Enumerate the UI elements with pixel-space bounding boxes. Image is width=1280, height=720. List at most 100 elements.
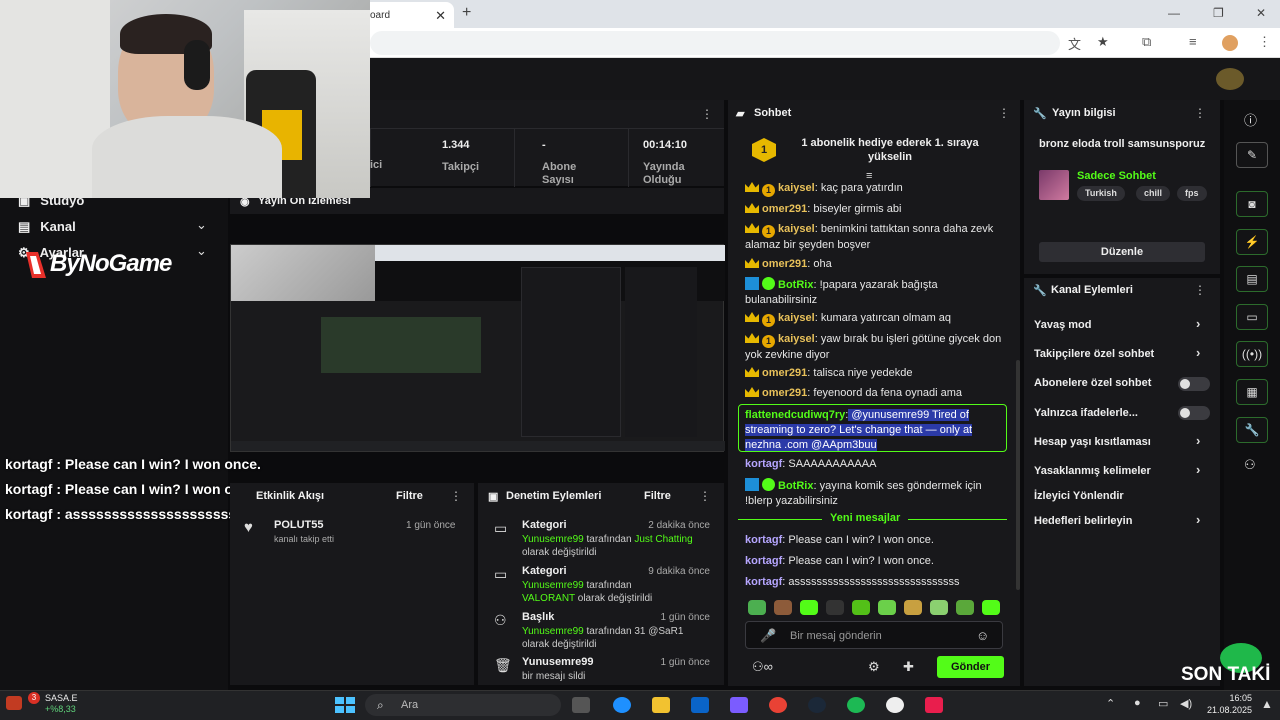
action-banned-words[interactable]: Yasaklanmış kelimeler [1034,465,1151,477]
stock-change: +%8,33 [45,704,76,714]
chevron-right-icon[interactable]: › [1196,512,1200,527]
microphone-icon[interactable]: ● [1134,697,1141,709]
browser-tab[interactable]: oard ✕ [360,2,454,28]
broadcast-icon[interactable]: ((•)) [1236,341,1268,367]
kebab-menu-icon[interactable]: ⋮ [699,489,711,503]
chevron-right-icon[interactable]: › [1196,316,1200,331]
menu-kebab-icon[interactable]: ⋮ [1258,34,1271,50]
file-explorer-icon[interactable] [652,697,670,713]
new-tab-button[interactable]: + [462,4,471,22]
notes-icon[interactable]: ▤ [1236,266,1268,292]
steam-icon[interactable] [808,697,826,713]
camera-icon[interactable]: ◙ [1236,191,1268,217]
chevron-right-icon[interactable]: › [1196,462,1200,477]
chat-message: kortagf: Please can I win? I won once. [745,555,934,567]
clock-time[interactable]: 16:05 [1212,693,1252,703]
edit-button[interactable]: Düzenle [1039,242,1205,262]
emote-icon[interactable] [800,600,818,615]
layout-icon[interactable]: ▦ [1236,379,1268,405]
emoji-icon[interactable]: ☺ [976,628,989,643]
action-slow-mode[interactable]: Yavaş mod [1034,319,1091,331]
info-icon[interactable]: ⓘ [1244,110,1257,129]
copilot-icon[interactable] [730,697,748,713]
chat-input[interactable]: 🎤 Bir mesaj gönderin ☺ [745,621,1003,649]
notification-bell-icon[interactable]: ▲ [1261,697,1273,711]
emote-icon[interactable] [748,600,766,615]
task-view-icon[interactable] [572,697,590,713]
chevron-right-icon[interactable]: › [1196,433,1200,448]
chevron-right-icon[interactable]: › [1196,345,1200,360]
subs-only-toggle[interactable] [1178,377,1210,391]
action-followers-only[interactable]: Takipçilere özel sohbet [1034,348,1154,360]
emotes-only-toggle[interactable] [1178,406,1210,420]
network-icon[interactable]: ▭ [1158,697,1168,710]
user-avatar[interactable] [1216,68,1244,90]
chevron-down-icon[interactable]: ⌄ [196,243,207,259]
stock-badge: 3 [28,692,40,704]
chevron-up-icon[interactable]: ⌃ [1106,697,1115,710]
stock-icon[interactable] [6,696,22,710]
chat-icon[interactable]: ▭ [1236,304,1268,330]
obs-icon[interactable] [886,697,904,713]
profile-avatar[interactable] [1222,35,1238,51]
taskbar-search[interactable]: ⌕ Ara [365,694,561,716]
media-icon[interactable]: ≡ [1189,34,1197,49]
gear-icon[interactable]: ⚙ [868,659,880,675]
action-goals[interactable]: Hedefleri belirleyin [1034,515,1132,527]
volume-icon[interactable]: ◀) [1180,697,1192,710]
emote-icon[interactable] [904,600,922,615]
sub-badge-icon: 1 [762,335,775,348]
subs-label: Abone Sayısı [542,161,577,186]
users-icon[interactable]: ⚇ [1244,457,1256,473]
clock-date[interactable]: 21.08.2025 [1196,705,1252,715]
edge-icon[interactable] [613,697,631,713]
minimize-icon[interactable]: — [1168,6,1180,20]
address-field[interactable] [370,31,1060,55]
users-icon[interactable]: ⚇∞ [752,659,773,675]
category-name[interactable]: Sadece Sohbet [1077,170,1156,182]
outlook-icon[interactable] [691,697,709,713]
kebab-menu-icon[interactable]: ⋮ [450,489,462,503]
kebab-menu-icon[interactable]: ⋮ [1194,106,1206,120]
activity-filter-button[interactable]: Filtre [396,490,423,502]
action-account-age[interactable]: Hesap yaşı kısıtlaması [1034,436,1151,448]
nav-item-channel[interactable]: ▤ Kanal [18,219,76,235]
emote-icon[interactable] [878,600,896,615]
wrench-icon[interactable]: 🔧 [1236,417,1268,443]
emote-icon[interactable] [956,600,974,615]
edit-icon[interactable]: ✎ [1236,142,1268,168]
emote-icon[interactable] [930,600,948,615]
tag[interactable]: chill [1136,186,1171,201]
tag[interactable]: Turkish [1077,186,1125,201]
emote-icon[interactable] [982,600,1000,615]
lightning-icon[interactable]: ⚡ [1236,229,1268,255]
kebab-menu-icon[interactable]: ⋮ [1194,283,1206,297]
emote-icon[interactable] [852,600,870,615]
emote-icon[interactable] [774,600,792,615]
bookmark-star-icon[interactable]: ★ [1097,34,1109,50]
translate-icon[interactable]: 文 [1068,34,1081,53]
microphone-icon[interactable]: 🎤 [760,628,776,644]
modlog-filter-button[interactable]: Filtre [644,490,671,502]
extensions-icon[interactable]: ⧉ [1142,34,1151,50]
stock-name: SASA.E [45,693,78,703]
spotify-icon[interactable] [847,697,865,713]
chevron-down-icon[interactable]: ⌄ [196,217,207,233]
emote-icon[interactable] [826,600,844,615]
action-host[interactable]: İzleyici Yönlendir [1034,490,1124,502]
close-window-icon[interactable]: ✕ [1256,6,1266,20]
kebab-menu-icon[interactable]: ⋮ [701,107,713,121]
logo-text: ByNoGame [50,250,172,277]
close-tab-icon[interactable]: ✕ [435,8,446,24]
chrome-icon[interactable] [769,697,787,713]
app-icon[interactable] [925,697,943,713]
tag[interactable]: fps [1177,186,1207,201]
emote-picker-icon[interactable]: ✚ [903,659,914,675]
windows-start-icon[interactable] [335,697,355,713]
kebab-menu-icon[interactable]: ⋮ [998,106,1010,120]
restore-icon[interactable]: ❐ [1213,6,1224,20]
stream-preview[interactable] [230,244,725,452]
chat-scrollbar[interactable] [1016,360,1020,590]
chat-message: kortagf: Please can I win? I won once. [745,534,934,546]
send-button[interactable]: Gönder [937,656,1004,678]
